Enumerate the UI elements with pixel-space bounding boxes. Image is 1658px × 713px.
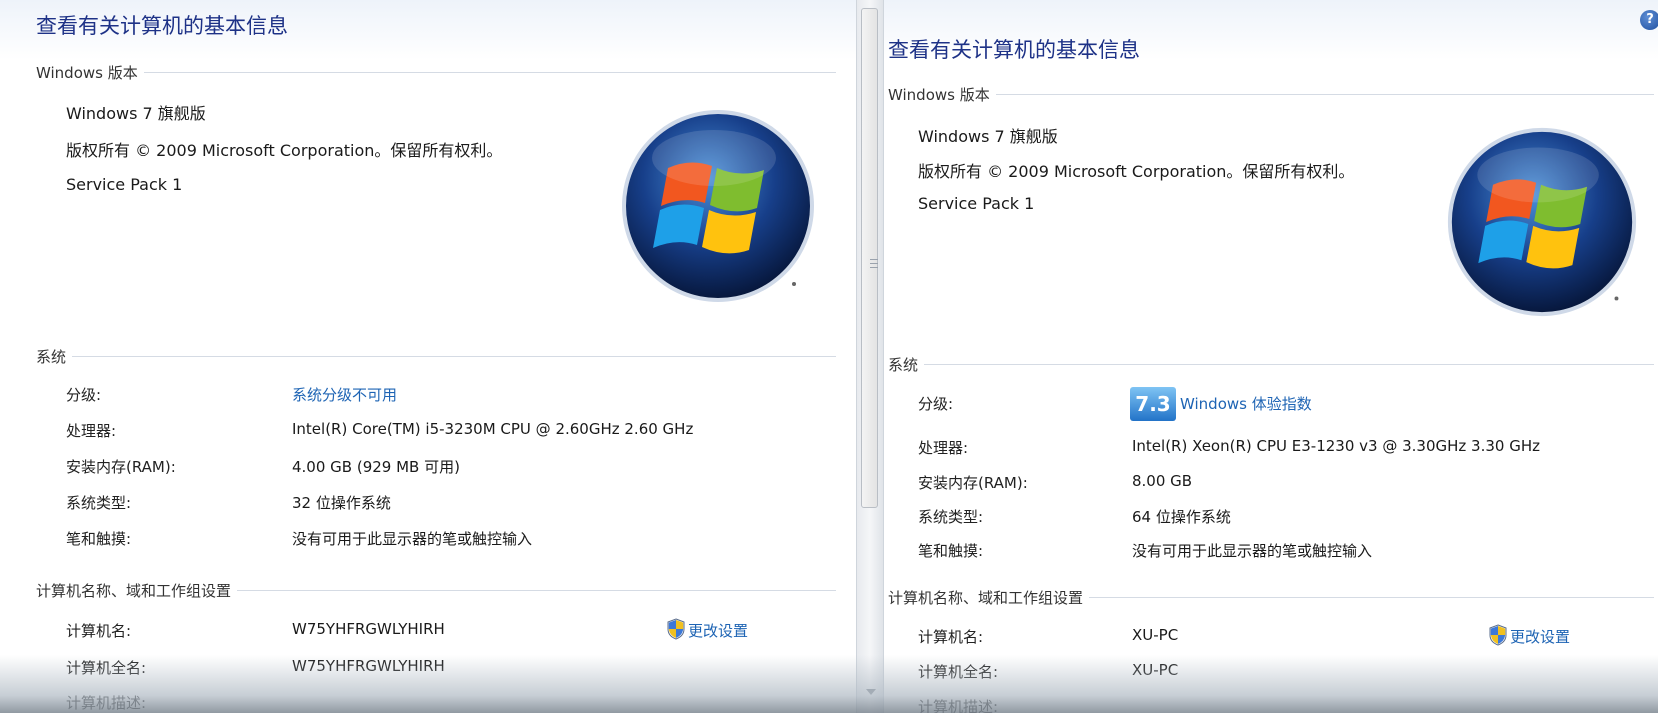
ram-value: 8.00 GB [1132, 472, 1193, 490]
copyright-text: 版权所有 © 2009 Microsoft Corporation。保留所有权利… [66, 141, 503, 160]
system-type-value: 32 位操作系统 [292, 494, 391, 512]
scrollbar-thumb[interactable] [861, 8, 878, 508]
computer-name-section-header: 计算机名称、域和工作组设置 [36, 580, 836, 601]
processor-value: Intel(R) Core(TM) i5-3230M CPU @ 2.60GHz… [292, 420, 694, 438]
left-system-panel: 查看有关计算机的基本信息 Windows 版本 Windows 7 旗舰版 版权… [0, 0, 856, 713]
computer-name-label: 计算机名: [66, 622, 132, 640]
system-type-value: 64 位操作系统 [1132, 508, 1231, 526]
rating-unavailable-link[interactable]: 系统分级不可用 [292, 384, 397, 405]
full-computer-name-value: XU-PC [1132, 661, 1179, 679]
rating-label: 分级: [918, 395, 954, 413]
processor-label: 处理器: [66, 422, 117, 440]
page-title: 查看有关计算机的基本信息 [36, 14, 288, 38]
processor-value: Intel(R) Xeon(R) CPU E3-1230 v3 @ 3.30GH… [1132, 437, 1540, 455]
computer-name-label: 计算机名: [918, 628, 984, 646]
service-pack: Service Pack 1 [66, 175, 183, 194]
system-type-label: 系统类型: [66, 494, 132, 512]
wei-score-badge[interactable]: 7.3 [1130, 387, 1176, 421]
full-computer-name-label: 计算机全名: [918, 663, 999, 681]
change-settings-link[interactable]: 更改设置 [1510, 626, 1570, 647]
windows-edition: Windows 7 旗舰版 [918, 127, 1058, 146]
change-settings-link[interactable]: 更改设置 [688, 620, 748, 641]
pen-touch-value: 没有可用于此显示器的笔或触控输入 [292, 530, 533, 548]
system-section-header: 系统 [888, 354, 1654, 375]
right-system-panel: 查看有关计算机的基本信息 Windows 版本 Windows 7 旗舰版 版权… [884, 0, 1658, 713]
page-title: 查看有关计算机的基本信息 [888, 38, 1140, 62]
full-computer-name-label: 计算机全名: [66, 659, 147, 677]
scrollbar-grip-icon [870, 259, 878, 271]
system-section-header: 系统 [36, 346, 836, 367]
service-pack: Service Pack 1 [918, 194, 1035, 213]
full-computer-name-value: W75YHFRGWLYHIRH [292, 657, 445, 675]
system-type-label: 系统类型: [918, 508, 984, 526]
computer-name-value: W75YHFRGWLYHIRH [292, 620, 445, 638]
rating-label: 分级: [66, 386, 102, 404]
computer-name-section-header: 计算机名称、域和工作组设置 [888, 587, 1654, 608]
windows-edition: Windows 7 旗舰版 [66, 104, 206, 123]
ram-label: 安装内存(RAM): [918, 474, 1028, 492]
computer-description-label: 计算机描述: [918, 698, 999, 713]
processor-label: 处理器: [918, 439, 969, 457]
windows-logo-icon [622, 110, 814, 302]
vertical-scrollbar[interactable] [856, 0, 884, 713]
windows-logo-icon [1447, 127, 1637, 317]
ram-value: 4.00 GB (929 MB 可用) [292, 458, 460, 476]
windows-experience-index-link[interactable]: Windows 体验指数 [1180, 393, 1312, 414]
computer-description-label: 计算机描述: [66, 694, 147, 712]
pen-touch-label: 笔和触摸: [918, 542, 984, 560]
help-icon[interactable]: ? [1640, 10, 1658, 30]
copyright-text: 版权所有 © 2009 Microsoft Corporation。保留所有权利… [918, 162, 1355, 181]
ram-label: 安装内存(RAM): [66, 458, 176, 476]
uac-shield-icon [667, 618, 685, 640]
windows-edition-header: Windows 版本 [888, 84, 1654, 105]
scroll-down-arrow-icon[interactable] [866, 689, 876, 695]
computer-name-value: XU-PC [1132, 626, 1179, 644]
pen-touch-value: 没有可用于此显示器的笔或触控输入 [1132, 542, 1373, 560]
windows-edition-header: Windows 版本 [36, 62, 836, 83]
pen-touch-label: 笔和触摸: [66, 530, 132, 548]
uac-shield-icon [1489, 624, 1507, 646]
